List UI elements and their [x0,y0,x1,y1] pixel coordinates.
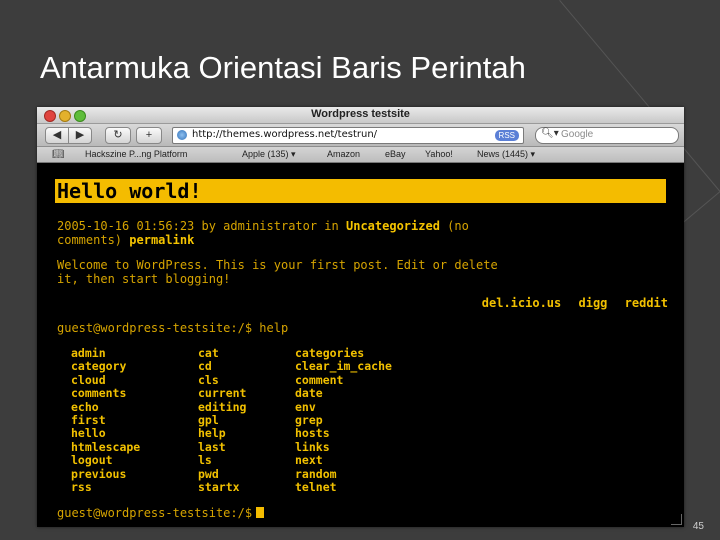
window-titlebar: Wordpress testsite [37,107,684,124]
add-bookmark-button[interactable]: + [136,127,162,144]
page-number: 45 [692,521,704,532]
post-body: Welcome to WordPress. This is your first… [57,258,498,286]
command-item[interactable]: clear_im_cache [295,359,392,373]
command-item[interactable]: pwd [198,467,246,481]
bookmark-item[interactable]: Apple (135) ▾ [242,149,296,160]
delicious-link[interactable]: del.icio.us [482,296,561,310]
command-item[interactable]: help [198,427,246,441]
bookmark-item[interactable]: Hackszine P...ng Platform [85,149,187,159]
post-date: 2005-10-16 01:56:23 by administrator in [57,219,339,233]
command-item[interactable]: previous [71,467,140,481]
command-item[interactable]: links [295,440,392,454]
command-item[interactable]: gpl [198,413,246,427]
command-item[interactable]: cloud [71,373,140,387]
terminal-prompt: guest@wordpress-testsite:/$ help [57,321,289,335]
terminal-input-line[interactable]: guest@wordpress-testsite:/$ [57,506,265,520]
command-item[interactable]: startx [198,480,246,494]
command-item[interactable]: grep [295,413,392,427]
bookmark-item[interactable]: Yahoo! [425,149,453,159]
reddit-link[interactable]: reddit [625,296,668,310]
post-body-line: Welcome to WordPress. This is your first… [57,258,498,272]
plus-icon: + [145,129,153,141]
bookmarks-bar: 📖︎ Hackszine P...ng Platform Apple (135)… [37,147,684,163]
post-meta: 2005-10-16 01:56:23 by administrator in … [57,219,469,247]
command-item[interactable]: cd [198,359,246,373]
command-column: cat cd cls current editing gpl help last ls pwd st… [198,346,246,494]
command-item[interactable]: hello [71,427,140,441]
command-item[interactable]: comments [71,386,140,400]
bookmark-item[interactable]: News (1445) ▾ [477,149,535,160]
command-item[interactable]: first [71,413,140,427]
command-item[interactable]: cat [198,346,246,360]
command-item[interactable]: ls [198,453,246,467]
comments-text: (no [447,219,469,233]
command-item[interactable]: next [295,453,392,467]
category-link[interactable]: Uncategorized [346,219,440,233]
search-placeholder: Google [561,129,594,140]
command-item[interactable]: random [295,467,392,481]
slide-title: Antarmuka Orientasi Baris Perintah [40,50,526,85]
resize-grip-icon[interactable] [671,514,682,525]
terminal-prompt: guest@wordpress-testsite:/$ [57,506,253,520]
browser-toolbar: ◀ ▶ ↻ + http://themes.wordpress.net/test… [37,124,684,147]
command-item[interactable]: env [295,400,392,414]
browser-window: Wordpress testsite ◀ ▶ ↻ + http://themes… [37,107,684,527]
command-item[interactable]: cls [198,373,246,387]
window-title: Wordpress testsite [311,108,410,120]
command-item[interactable]: category [71,359,140,373]
command-item[interactable]: hosts [295,427,392,441]
command-item[interactable]: last [198,440,246,454]
address-bar[interactable]: http://themes.wordpress.net/testrun/ RSS [172,127,524,144]
command-item[interactable]: telnet [295,480,392,494]
rss-button[interactable]: RSS [494,130,519,141]
social-links: del.icio.us digg reddit [472,296,668,310]
command-item[interactable]: current [198,386,246,400]
command-column: admin category cloud comments echo first hello… [71,346,140,494]
post-title[interactable]: Hello world! [55,179,666,203]
command-column: categories clear_im_cache comment date env gr… [295,346,392,494]
command-item[interactable]: date [295,386,392,400]
command-item[interactable]: echo [71,400,140,414]
bookmarks-book-icon[interactable]: 📖︎ [52,149,65,160]
search-input[interactable]: 🔍︎▾ Google [535,127,679,144]
command-item[interactable]: rss [71,480,140,494]
back-button[interactable]: ◀ [45,127,69,144]
search-icon: 🔍︎▾ [541,128,559,139]
bookmark-item[interactable]: eBay [385,149,406,159]
url-text: http://themes.wordpress.net/testrun/ [192,129,378,140]
forward-button[interactable]: ▶ [68,127,92,144]
terminal-cursor [256,507,265,518]
terminal-page: Hello world! 2005-10-16 01:56:23 by admi… [37,163,684,527]
command-item[interactable]: logout [71,453,140,467]
post-body-line: it, then start blogging! [57,272,231,286]
command-item[interactable]: admin [71,346,140,360]
command-item[interactable]: categories [295,346,392,360]
digg-link[interactable]: digg [579,296,608,310]
back-arrow-icon: ◀ [52,129,62,141]
comments-text-cont: comments) [57,233,123,247]
command-item[interactable]: editing [198,400,246,414]
command-item[interactable]: htmlescape [71,440,140,454]
permalink-link[interactable]: permalink [129,233,194,247]
globe-icon [177,130,187,140]
reload-icon: ↻ [113,129,123,141]
command-item[interactable]: comment [295,373,392,387]
bookmark-item[interactable]: Amazon [327,149,360,159]
forward-arrow-icon: ▶ [75,129,85,141]
reload-button[interactable]: ↻ [105,127,131,144]
